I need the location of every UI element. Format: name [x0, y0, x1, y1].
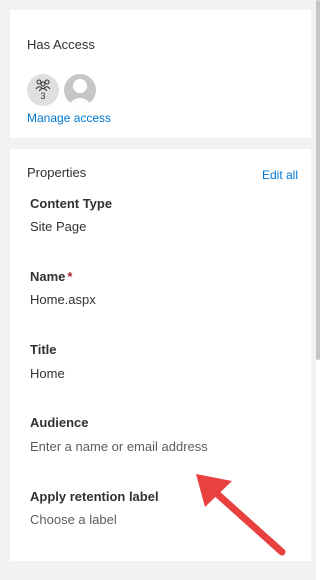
- scrollbar-thumb[interactable]: [316, 0, 320, 360]
- scrollbar-track[interactable]: [316, 0, 320, 580]
- annotation-arrow: [196, 474, 286, 556]
